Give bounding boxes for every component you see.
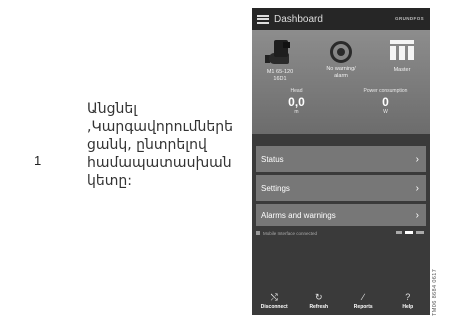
brand-logo: GRUNDFOS xyxy=(395,16,424,21)
reports-icon: ∕ xyxy=(362,292,364,302)
reports-button[interactable]: ∕ Reports xyxy=(341,288,386,315)
step-instruction: Անցնել ,Կարգավորումներե ցանկ, ընտրելով հ… xyxy=(87,101,233,189)
chevron-right-icon: › xyxy=(415,209,419,221)
warning-status: No warning/ alarm xyxy=(313,38,369,79)
pump-label: M1 65-120 16D1 xyxy=(266,69,294,82)
connection-status: Mobile Interface connected xyxy=(256,229,426,237)
chevron-right-icon: › xyxy=(415,153,419,165)
power-value: 0 xyxy=(382,95,389,109)
step-number: 1 xyxy=(34,153,42,168)
connection-icon xyxy=(396,230,426,236)
refresh-label: Refresh xyxy=(309,304,329,310)
reports-label: Reports xyxy=(353,304,373,310)
head-unit: m xyxy=(294,109,299,115)
warning-label: No warning/ alarm xyxy=(326,66,356,79)
head-label: Head xyxy=(290,88,303,94)
power-reading: Power consumption 0 W xyxy=(341,88,430,115)
menu-item-alarms-warnings[interactable]: Alarms and warnings › xyxy=(256,204,426,226)
menu-item-settings[interactable]: Settings › xyxy=(256,175,426,201)
app-header: Dashboard GRUNDFOS xyxy=(252,8,430,30)
disconnect-icon: ⤭ xyxy=(270,292,278,302)
help-icon: ? xyxy=(405,292,411,302)
help-button[interactable]: ? Help xyxy=(386,288,431,315)
status-panel: M1 65-120 16D1 No warning/ alarm Master … xyxy=(252,30,430,134)
warning-status-icon xyxy=(330,41,352,63)
help-label: Help xyxy=(402,304,414,310)
status-indicator-icon xyxy=(256,231,260,235)
disconnect-label: Disconnect xyxy=(260,304,288,310)
hamburger-menu-icon[interactable] xyxy=(257,14,269,24)
master-icon xyxy=(388,40,416,64)
menu-item-status[interactable]: Status › xyxy=(256,146,426,172)
role-status: Master xyxy=(374,38,430,74)
bottom-toolbar: ⤭ Disconnect ↻ Refresh ∕ Reports ? Help xyxy=(252,288,430,315)
connection-status-text: Mobile Interface connected xyxy=(263,230,318,236)
head-value: 0,0 xyxy=(288,95,305,109)
phone-screen: Dashboard GRUNDFOS M1 65-120 16D1 No war… xyxy=(252,8,430,315)
power-label: Power consumption xyxy=(363,88,408,94)
role-label: Master xyxy=(393,67,411,73)
pump-device: M1 65-120 16D1 xyxy=(252,38,308,82)
disconnect-button[interactable]: ⤭ Disconnect xyxy=(252,288,297,315)
header-title: Dashboard xyxy=(274,13,323,25)
power-unit: W xyxy=(383,109,388,115)
head-reading: Head 0,0 m xyxy=(252,88,341,115)
chevron-right-icon: › xyxy=(415,182,419,194)
readings: Head 0,0 m Power consumption 0 W xyxy=(252,88,430,134)
pump-icon xyxy=(265,38,295,66)
refresh-button[interactable]: ↻ Refresh xyxy=(297,288,342,315)
figure-code: TM06 8684 0617 xyxy=(432,268,438,316)
refresh-icon: ↻ xyxy=(314,292,323,302)
menu-item-label: Status xyxy=(261,154,284,164)
menu-item-label: Settings xyxy=(261,183,290,193)
menu-item-label: Alarms and warnings xyxy=(261,210,336,220)
